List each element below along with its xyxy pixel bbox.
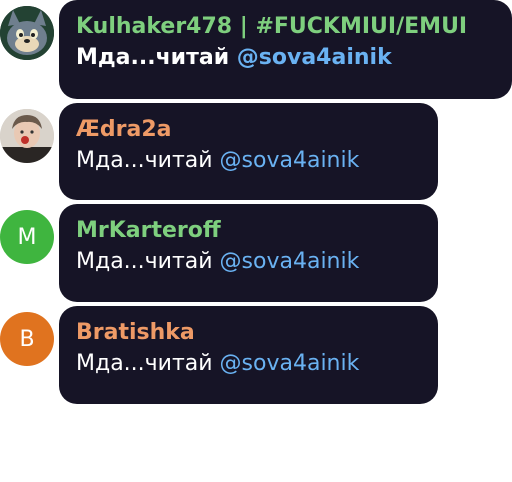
message-author[interactable]: MrKarteroff	[76, 216, 422, 246]
message-bubble: Ædra2a Мда...читай @sova4ainik	[59, 103, 438, 200]
message-bubble: MrKarteroff Мда...читай @sova4ainik	[59, 204, 438, 302]
message-text: Мда...читай @sova4ainik	[76, 246, 422, 278]
mention-link[interactable]: @sova4ainik	[237, 45, 392, 70]
message-author[interactable]: Kulhaker478 | #FUCKMIUI/EMUI	[76, 12, 496, 42]
mention-link[interactable]: @sova4ainik	[220, 249, 360, 274]
message-author[interactable]: Bratishka	[76, 318, 422, 348]
message-text: Мда...читай @sova4ainik	[76, 42, 496, 74]
avatar-letter[interactable]: B	[0, 312, 54, 366]
avatar-letter-text: M	[17, 224, 37, 250]
avatar-letter-text: B	[19, 326, 35, 352]
mention-link[interactable]: @sova4ainik	[220, 148, 360, 173]
person-photo-avatar[interactable]	[0, 109, 54, 163]
message-author[interactable]: Ædra2a	[76, 115, 422, 145]
message-bubble: Kulhaker478 | #FUCKMIUI/EMUI Мда...читай…	[59, 0, 512, 99]
message-text: Мда...читай @sova4ainik	[76, 348, 422, 380]
message-body: Мда...читай	[76, 351, 213, 376]
message-body: Мда...читай	[76, 45, 230, 70]
mention-link[interactable]: @sova4ainik	[220, 351, 360, 376]
message-text: Мда...читай @sova4ainik	[76, 145, 422, 177]
avatar-letter[interactable]: M	[0, 210, 54, 264]
message-body: Мда...читай	[76, 148, 213, 173]
tom-cat-avatar-icon[interactable]	[0, 6, 54, 60]
message-bubble: Bratishka Мда...читай @sova4ainik	[59, 306, 438, 404]
message-body: Мда...читай	[76, 249, 213, 274]
